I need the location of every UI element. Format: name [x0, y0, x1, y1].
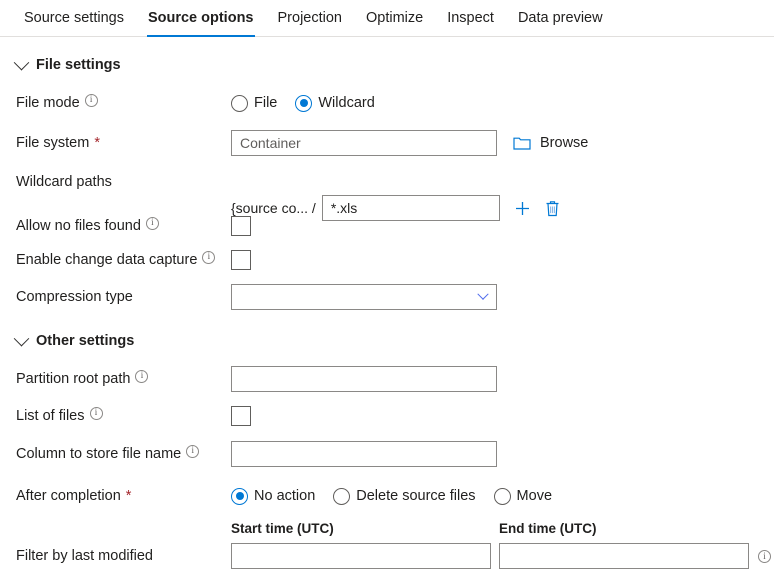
folder-icon [513, 137, 531, 150]
label-column-to-store-file-name: Column to store file name i [16, 444, 231, 462]
field-filter-by-last-modified: Start time (UTC) End time (UTC) i [231, 521, 771, 569]
label-wildcard-paths: Wildcard paths [16, 174, 112, 190]
row-filter-by-last-modified: Filter by last modified Start time (UTC)… [0, 521, 774, 569]
section-title-other-settings: Other settings [36, 333, 135, 349]
plus-icon[interactable] [514, 200, 531, 217]
info-icon-list-of-files[interactable]: i [89, 406, 103, 420]
source-options-form: File settings File mode i File Wildcard … [0, 54, 774, 569]
info-icon-filter-by-last-modified[interactable]: i [758, 550, 771, 563]
browse-label: Browse [540, 135, 589, 151]
start-time-label: Start time (UTC) [231, 521, 334, 536]
compression-type-dropdown[interactable] [231, 284, 497, 310]
section-header-other-settings[interactable]: Other settings [0, 330, 774, 349]
row-column-to-store-file-name: Column to store file name i [0, 440, 774, 468]
label-list-of-files: List of files i [16, 406, 231, 424]
chevron-down-icon [13, 54, 30, 70]
row-compression-type: Compression type [0, 283, 774, 311]
row-file-system: File system * Browse [0, 129, 774, 157]
radio-group-file-mode: File Wildcard [231, 94, 393, 112]
label-partition-root-path: Partition root path i [16, 369, 231, 387]
end-time-label: End time (UTC) [499, 521, 597, 536]
radio-label: File [254, 95, 278, 111]
label-enable-change-data-capture: Enable change data capture i [16, 250, 231, 268]
row-partition-root-path: Partition root path i [0, 365, 774, 393]
field-partition-root-path [231, 366, 497, 392]
wildcard-path-actions [514, 200, 560, 217]
radio-after-completion-move[interactable]: Move [493, 487, 553, 505]
radio-indicator [231, 94, 248, 112]
label-filter-by-last-modified: Filter by last modified [16, 548, 153, 564]
start-time-input[interactable] [231, 543, 491, 569]
info-icon-enable-change-data-capture[interactable]: i [202, 250, 216, 264]
file-system-input[interactable] [231, 130, 497, 156]
radio-label: Wildcard [318, 95, 375, 111]
field-column-to-store-file-name [231, 441, 497, 467]
field-list-of-files [231, 406, 251, 426]
radio-label: Delete source files [356, 488, 476, 504]
radio-label: No action [254, 488, 316, 504]
row-after-completion: After completion * No action Delete sour… [0, 483, 774, 509]
allow-no-files-found-checkbox[interactable] [231, 216, 251, 236]
required-asterisk: * [94, 135, 100, 151]
tab-projection[interactable]: Projection [266, 0, 354, 36]
field-wildcard-paths: {source co... / [231, 195, 560, 221]
end-time-input[interactable] [499, 543, 749, 569]
radio-file-mode-wildcard[interactable]: Wildcard [295, 94, 375, 112]
chevron-down-icon [477, 288, 489, 300]
tab-optimize[interactable]: Optimize [354, 0, 435, 36]
trash-icon[interactable] [545, 200, 560, 217]
label-compression-type: Compression type [16, 289, 133, 305]
radio-after-completion-no-action[interactable]: No action [231, 487, 316, 505]
label-file-mode: File mode i [16, 93, 231, 111]
row-list-of-files: List of files i [0, 405, 774, 427]
tab-data-preview[interactable]: Data preview [506, 0, 615, 36]
start-time-group: Start time (UTC) [231, 521, 491, 569]
radio-label: Move [516, 488, 553, 504]
required-asterisk: * [125, 488, 132, 504]
info-icon-partition-root-path[interactable]: i [135, 369, 149, 383]
label-file-system: File system * [16, 135, 100, 151]
list-of-files-checkbox[interactable] [231, 406, 251, 426]
section-title-file-settings: File settings [36, 57, 121, 73]
label-after-completion: After completion * [16, 488, 132, 504]
info-icon-column-to-store-file-name[interactable]: i [186, 444, 200, 458]
field-file-system: Browse [231, 130, 588, 156]
section-header-file-settings[interactable]: File settings [0, 54, 774, 73]
label-allow-no-files-found: Allow no files found i [16, 216, 231, 234]
column-to-store-file-name-input[interactable] [231, 441, 497, 467]
radio-indicator [493, 487, 511, 505]
radio-indicator [231, 487, 248, 505]
radio-file-mode-file[interactable]: File [231, 94, 278, 112]
info-icon-allow-no-files-found[interactable]: i [145, 216, 159, 230]
tab-inspect[interactable]: Inspect [435, 0, 506, 36]
radio-group-after-completion: No action Delete source files Move [231, 487, 570, 505]
wildcard-path-prefix: {source co... / [231, 200, 316, 216]
info-icon-file-mode[interactable]: i [84, 93, 98, 107]
browse-button[interactable]: Browse [513, 135, 588, 151]
chevron-down-icon [13, 330, 30, 346]
row-file-mode: File mode i File Wildcard [0, 90, 774, 116]
row-wildcard-paths: Wildcard paths {source co... / [0, 171, 774, 221]
radio-indicator [333, 487, 351, 505]
row-enable-change-data-capture: Enable change data capture i [0, 249, 774, 271]
tab-bar: Source settings Source options Projectio… [0, 0, 774, 37]
field-allow-no-files-found [231, 216, 251, 236]
enable-change-data-capture-checkbox[interactable] [231, 250, 251, 270]
field-compression-type [231, 284, 497, 310]
tab-source-options[interactable]: Source options [136, 0, 266, 37]
wildcard-path-input[interactable] [321, 195, 500, 221]
partition-root-path-input[interactable] [231, 366, 497, 392]
radio-after-completion-delete-source-files[interactable]: Delete source files [333, 487, 476, 505]
radio-indicator [295, 94, 313, 112]
tab-source-settings[interactable]: Source settings [12, 0, 136, 36]
field-enable-change-data-capture [231, 250, 251, 270]
end-time-group: End time (UTC) [499, 521, 749, 569]
